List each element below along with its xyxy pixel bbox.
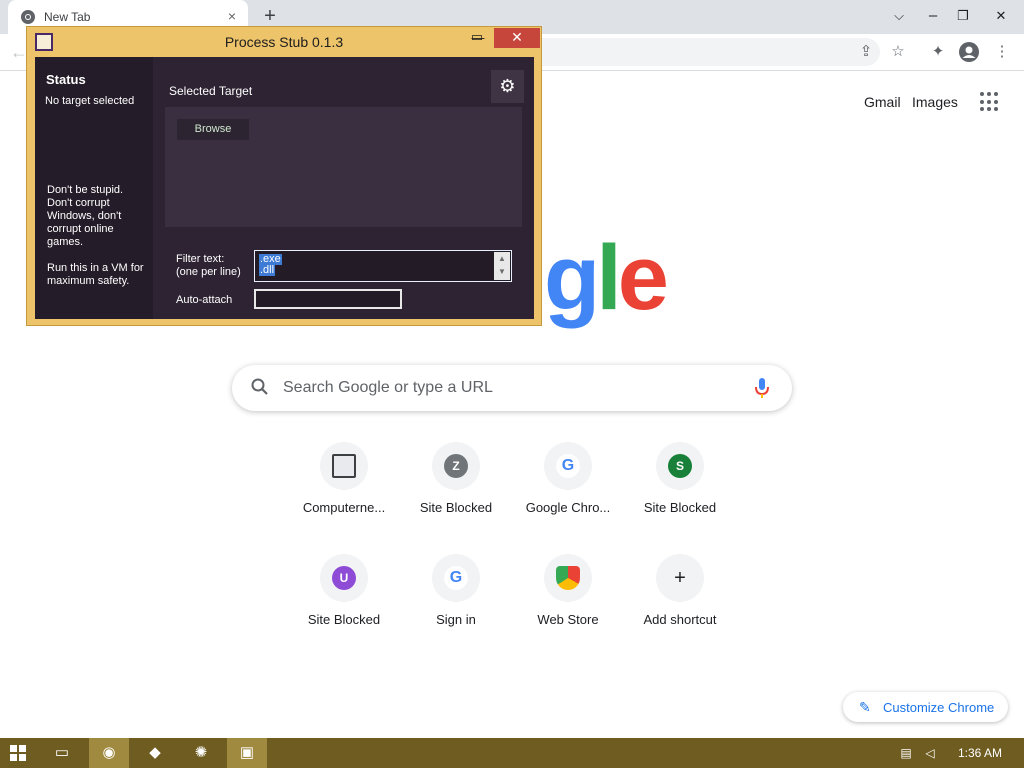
apps-grid-icon[interactable] xyxy=(980,92,1000,112)
tab-title: New Tab xyxy=(44,10,91,24)
shortcut-tile[interactable]: + Add shortcut xyxy=(624,554,736,654)
web-store-icon xyxy=(556,566,580,590)
logo-letter-g: g xyxy=(544,227,600,329)
ps-maximize-button[interactable]: ▭ xyxy=(465,28,489,48)
logo-letter-e: e xyxy=(617,227,669,329)
search-box[interactable]: Search Google or type a URL xyxy=(232,365,792,411)
google-logo: gle xyxy=(544,227,669,329)
search-placeholder: Search Google or type a URL xyxy=(283,379,493,396)
computer-icon xyxy=(332,454,356,478)
game-taskbar-icon[interactable]: ✺ xyxy=(181,738,221,768)
status-value: No target selected xyxy=(45,95,135,107)
shortcut-label: Computerne... xyxy=(302,500,386,515)
google-g-icon: G xyxy=(556,454,580,478)
tab-search-icon[interactable]: ⌵ xyxy=(882,0,916,34)
shortcut-tile[interactable]: S Site Blocked xyxy=(624,442,736,542)
shortcut-label: Sign in xyxy=(436,612,476,627)
share-icon[interactable]: ⇪ xyxy=(855,41,877,63)
shortcut-circle xyxy=(544,554,592,602)
network-icon[interactable]: ▤ xyxy=(898,746,914,760)
status-heading: Status xyxy=(46,72,86,87)
shortcut-tile[interactable]: Z Site Blocked xyxy=(400,442,512,542)
logo-letter-l: l xyxy=(596,227,621,329)
google-g-icon: G xyxy=(444,566,468,590)
file-explorer-icon[interactable]: ▭ xyxy=(42,738,82,768)
status-sidebar: Status No target selected Don't be stupi… xyxy=(35,57,153,319)
shortcut-label: Web Store xyxy=(537,612,599,627)
close-button[interactable]: ✕ xyxy=(984,0,1018,34)
shortcut-label: Site Blocked xyxy=(643,500,717,515)
close-tab-icon[interactable]: × xyxy=(224,8,240,24)
volume-muted-icon[interactable]: ◁ xyxy=(922,746,938,760)
process-stub-window: Process Stub 0.1.3 — ✕ ▭ Status No targe… xyxy=(26,26,542,326)
shortcut-circle: Z xyxy=(432,442,480,490)
warning-text-1: Don't be stupid. Don't corrupt Windows, … xyxy=(47,184,124,248)
bookmark-star-icon[interactable]: ☆ xyxy=(887,41,909,63)
auto-attach-input[interactable] xyxy=(254,289,402,309)
chrome-icon xyxy=(21,10,35,24)
extensions-icon[interactable]: ✦ xyxy=(927,41,949,63)
shortcut-tile[interactable]: U Site Blocked xyxy=(288,554,400,654)
shortcut-tile[interactable]: Web Store xyxy=(512,554,624,654)
shortcut-circle: U xyxy=(320,554,368,602)
filter-textarea[interactable]: .exe .dll ▲ ▼ xyxy=(254,250,512,282)
restore-button[interactable]: ❐ xyxy=(946,0,980,34)
filter-line: .dll xyxy=(259,264,276,276)
filter-label: Filter text: (one per line) xyxy=(176,253,241,279)
settings-gear-icon[interactable]: ⚙ xyxy=(491,70,524,103)
shortcut-label: Site Blocked xyxy=(419,500,493,515)
target-panel: Browse xyxy=(165,107,522,227)
search-icon xyxy=(251,378,268,395)
shortcut-circle xyxy=(320,442,368,490)
shortcut-label: Site Blocked xyxy=(307,612,381,627)
pencil-icon: ✎ xyxy=(859,699,871,715)
filter-scrollbar[interactable]: ▲ ▼ xyxy=(494,252,510,280)
taskbar: ▭ ◉ ◆ ✺ ▣ ▤ ◁ 1:36 AM xyxy=(0,738,1024,768)
menu-icon[interactable]: ⋮ xyxy=(991,41,1013,63)
letter-icon: Z xyxy=(444,454,468,478)
shortcut-circle: G xyxy=(432,554,480,602)
images-link[interactable]: Images xyxy=(912,94,958,110)
warning-text-2: Run this in a VM for maximum safety. xyxy=(47,262,144,287)
gmail-link[interactable]: Gmail xyxy=(864,94,901,110)
ps-close-button[interactable]: ✕ xyxy=(494,28,540,48)
shortcut-tile[interactable]: Computerne... xyxy=(288,442,400,542)
shortcut-label: Add shortcut xyxy=(643,612,717,627)
filter-label-line-2: (one per line) xyxy=(176,266,241,278)
browse-button[interactable]: Browse xyxy=(177,119,249,140)
shortcut-label: Google Chro... xyxy=(525,500,611,515)
shortcut-circle: + xyxy=(656,554,704,602)
shortcut-circle: S xyxy=(656,442,704,490)
screen: New Tab × + ⌵ – ❐ ✕ ⇪ ☆ ✦ ⋮ ← Gmail Imag… xyxy=(0,0,1024,768)
filter-label-line-1: Filter text: xyxy=(176,253,225,265)
profile-icon[interactable] xyxy=(958,41,980,63)
letter-icon: S xyxy=(668,454,692,478)
process-stub-titlebar[interactable]: Process Stub 0.1.3 — ✕ xyxy=(27,27,541,56)
shortcut-tile[interactable]: G Sign in xyxy=(400,554,512,654)
process-stub-title: Process Stub 0.1.3 xyxy=(224,34,344,50)
letter-icon: U xyxy=(332,566,356,590)
windows-start-icon[interactable] xyxy=(10,745,26,761)
customize-chrome-label: Customize Chrome xyxy=(883,700,995,715)
customize-chrome-button[interactable]: ✎ Customize Chrome xyxy=(843,692,1008,722)
process-stub-taskbar-icon[interactable]: ▣ xyxy=(227,738,267,768)
process-stub-client: Status No target selected Don't be stupi… xyxy=(35,57,534,319)
shortcut-tile[interactable]: G Google Chro... xyxy=(512,442,624,542)
auto-attach-label: Auto-attach xyxy=(176,294,233,306)
plus-icon: + xyxy=(668,566,692,590)
shortcut-circle: G xyxy=(544,442,592,490)
chrome-taskbar-icon[interactable]: ◉ xyxy=(89,738,129,768)
minimize-button[interactable]: – xyxy=(916,0,950,34)
app-taskbar-icon[interactable]: ◆ xyxy=(135,738,175,768)
microphone-icon[interactable] xyxy=(754,376,770,400)
clock[interactable]: 1:36 AM xyxy=(958,746,1002,760)
selected-target-heading: Selected Target xyxy=(169,84,253,98)
